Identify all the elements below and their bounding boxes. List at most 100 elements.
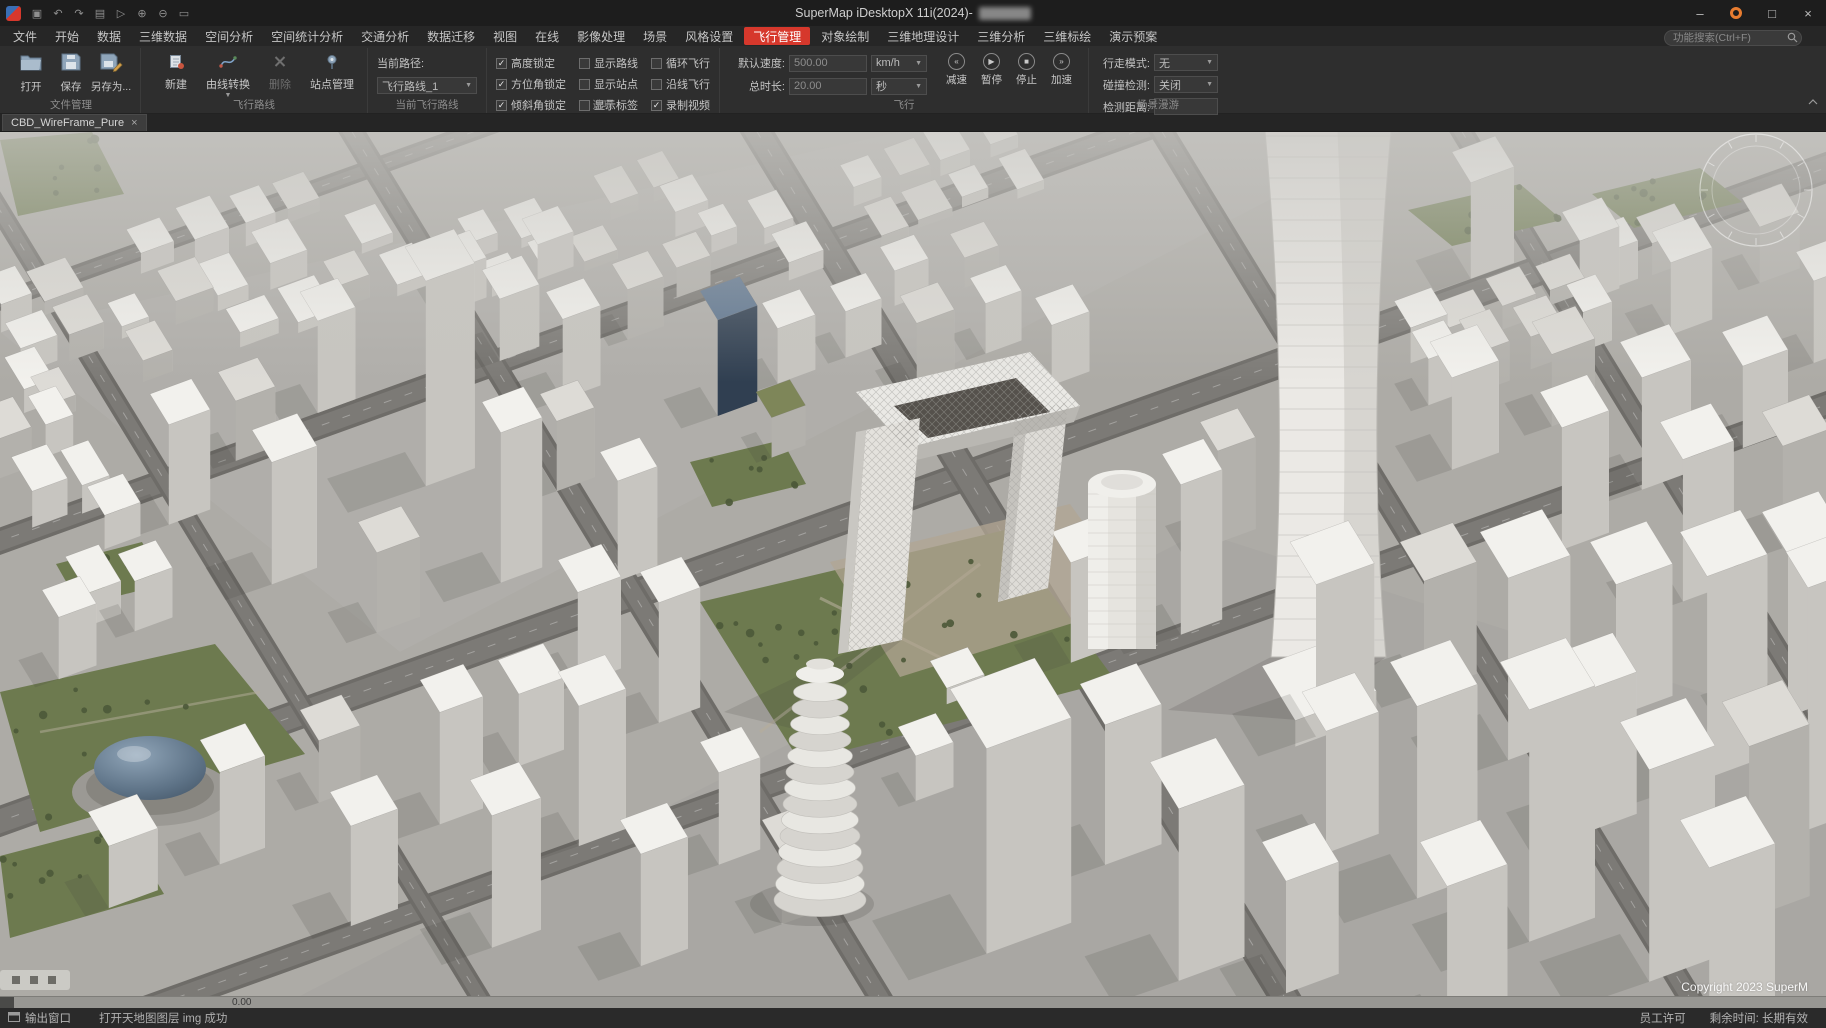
app-window: ▣↶↷▤▷⊕⊖▭ SuperMap iDesktopX 11i(2024)- –… bbox=[0, 0, 1826, 1028]
new-route-icon bbox=[167, 54, 185, 75]
group-label-file: 文件管理 bbox=[2, 97, 140, 112]
collision-value: 关闭 bbox=[1159, 77, 1181, 93]
folder-icon[interactable]: ▭ bbox=[174, 4, 194, 22]
group-label-options: 选项 bbox=[487, 97, 719, 112]
delete-route-icon bbox=[271, 54, 289, 75]
duration-unit-select[interactable]: 秒 ▼ bbox=[871, 78, 927, 95]
collapse-ribbon-button[interactable] bbox=[1808, 92, 1818, 110]
ribbon-group-scene-roam: 行走模式: 无 ▼ 碰撞检测: 关闭 ▼ 检测距离: bbox=[1089, 48, 1227, 113]
walk-mode-value: 无 bbox=[1159, 55, 1170, 71]
options-columns: ✓高度锁定✓方位角锁定✓倾斜角锁定显示路线显示站点显示标签循环飞行沿线飞行✓录制… bbox=[496, 50, 710, 98]
checkbox-along-line[interactable]: 沿线飞行 bbox=[651, 76, 710, 92]
save-button[interactable]: 保存 bbox=[51, 50, 91, 94]
chevron-down-icon: ▼ bbox=[915, 60, 922, 67]
zoom-out-icon[interactable]: ⊖ bbox=[153, 4, 173, 22]
tab-scene[interactable]: 场景 bbox=[634, 27, 676, 45]
open-icon[interactable]: ▤ bbox=[90, 4, 110, 22]
group-label-roam: 场景漫游 bbox=[1089, 97, 1227, 112]
stop-button[interactable]: ■停止 bbox=[1009, 50, 1044, 87]
flight-timeline-bar[interactable]: 0.00 bbox=[0, 996, 1826, 1008]
close-button[interactable]: × bbox=[1790, 0, 1826, 26]
ribbon: 打开保存另存为... 文件管理 新建由线转换▼删除站点管理 飞行路线 当前路径:… bbox=[0, 46, 1826, 114]
undo-icon[interactable]: ↶ bbox=[48, 4, 68, 22]
doc-tab-close-icon[interactable]: × bbox=[131, 117, 137, 129]
tab-plotting-3d[interactable]: 三维标绘 bbox=[1034, 27, 1100, 45]
pause-button[interactable]: ▶暂停 bbox=[974, 50, 1009, 87]
current-route-select[interactable]: 飞行路线_1 ▼ bbox=[377, 77, 477, 94]
total-duration-input[interactable] bbox=[789, 78, 867, 95]
quick-access-toolbar: ▣↶↷▤▷⊕⊖▭ bbox=[27, 4, 194, 22]
checkbox-show-stops[interactable]: 显示站点 bbox=[579, 76, 638, 92]
checkbox-box-icon bbox=[651, 79, 662, 90]
tab-data-3d[interactable]: 三维数据 bbox=[130, 27, 196, 45]
tab-traffic-analysis[interactable]: 交通分析 bbox=[352, 27, 418, 45]
group-label-current-route: 当前飞行路线 bbox=[368, 97, 486, 112]
checkbox-box-icon: ✓ bbox=[496, 79, 507, 90]
save-icon bbox=[59, 52, 83, 77]
tab-object-drawing[interactable]: 对象绘制 bbox=[812, 27, 878, 45]
timeline-handle[interactable] bbox=[0, 997, 14, 1008]
checkbox-height-lock[interactable]: ✓高度锁定 bbox=[496, 55, 566, 71]
tab-style-settings[interactable]: 风格设置 bbox=[676, 27, 742, 45]
line-convert-button[interactable]: 由线转换▼ bbox=[202, 50, 254, 99]
scene-3d-viewport[interactable]: Copyright 2023 SuperM bbox=[0, 132, 1826, 996]
window-title-wrap: SuperMap iDesktopX 11i(2024)- bbox=[0, 0, 1826, 26]
doc-tab-label: CBD_WireFrame_Pure bbox=[11, 117, 124, 129]
document-tab-bar: CBD_WireFrame_Pure × bbox=[0, 114, 1826, 132]
scene-3d-render bbox=[0, 132, 1826, 996]
menu-tabs: 文件开始数据三维数据空间分析空间统计分析交通分析数据迁移视图在线影像处理场景风格… bbox=[4, 26, 1166, 46]
tab-file[interactable]: 文件 bbox=[4, 27, 46, 45]
default-speed-label: 默认速度: bbox=[729, 55, 785, 71]
tab-data[interactable]: 数据 bbox=[88, 27, 130, 45]
stop-icon: ■ bbox=[1018, 53, 1035, 70]
ribbon-group-file-management: 打开保存另存为... 文件管理 bbox=[2, 48, 141, 113]
license-indicator-icon[interactable] bbox=[1718, 0, 1754, 26]
search-input[interactable] bbox=[1664, 30, 1802, 46]
default-speed-input[interactable] bbox=[789, 55, 867, 72]
line-convert-icon bbox=[219, 54, 237, 75]
tab-spatial-statistics[interactable]: 空间统计分析 bbox=[262, 27, 352, 45]
tab-data-migration[interactable]: 数据迁移 bbox=[418, 27, 484, 45]
save-icon[interactable]: ▣ bbox=[27, 4, 47, 22]
current-route-value: 飞行路线_1 bbox=[382, 78, 438, 94]
accelerate-button[interactable]: »加速 bbox=[1044, 50, 1079, 87]
ribbon-tab-bar: 文件开始数据三维数据空间分析空间统计分析交通分析数据迁移视图在线影像处理场景风格… bbox=[0, 26, 1826, 46]
tab-demo-plan[interactable]: 演示预案 bbox=[1100, 27, 1166, 45]
redacted-workspace-name bbox=[979, 7, 1031, 20]
new-route-button[interactable]: 新建 bbox=[150, 50, 202, 92]
tab-online[interactable]: 在线 bbox=[526, 27, 568, 45]
tab-flight-management[interactable]: 飞行管理 bbox=[744, 27, 810, 45]
tab-view[interactable]: 视图 bbox=[484, 27, 526, 45]
open-icon bbox=[19, 52, 43, 77]
delete-route-button[interactable]: 删除 bbox=[254, 50, 306, 92]
tab-imagery[interactable]: 影像处理 bbox=[568, 27, 634, 45]
zoom-in-icon[interactable]: ⊕ bbox=[132, 4, 152, 22]
checkbox-show-route[interactable]: 显示路线 bbox=[579, 55, 638, 71]
checkbox-loop-flight[interactable]: 循环飞行 bbox=[651, 55, 710, 71]
collision-label: 碰撞检测: bbox=[1098, 77, 1150, 93]
ribbon-group-current-route: 当前路径: 飞行路线_1 ▼ 当前飞行路线 bbox=[368, 48, 487, 113]
site-manager-button[interactable]: 站点管理 bbox=[306, 50, 358, 92]
tab-analysis-3d[interactable]: 三维分析 bbox=[968, 27, 1034, 45]
tab-geo-design-3d[interactable]: 三维地理设计 bbox=[878, 27, 968, 45]
speed-unit-select[interactable]: km/h ▼ bbox=[871, 55, 927, 72]
checkbox-azimuth-lock[interactable]: ✓方位角锁定 bbox=[496, 76, 566, 92]
output-window-button[interactable]: 输出窗口 bbox=[8, 1010, 71, 1026]
collision-select[interactable]: 关闭 ▼ bbox=[1154, 76, 1218, 93]
decelerate-button[interactable]: «减速 bbox=[939, 50, 974, 87]
redo-icon[interactable]: ↷ bbox=[69, 4, 89, 22]
run-icon[interactable]: ▷ bbox=[111, 4, 131, 22]
walk-mode-select[interactable]: 无 ▼ bbox=[1154, 54, 1218, 71]
checkbox-box-icon: ✓ bbox=[496, 58, 507, 69]
pause-icon: ▶ bbox=[983, 53, 1000, 70]
tab-start[interactable]: 开始 bbox=[46, 27, 88, 45]
save-as-button[interactable]: 另存为... bbox=[91, 50, 131, 94]
tab-spatial-analysis[interactable]: 空间分析 bbox=[196, 27, 262, 45]
copyright-watermark: Copyright 2023 SuperM bbox=[1681, 980, 1808, 994]
doc-tab-active[interactable]: CBD_WireFrame_Pure × bbox=[2, 114, 147, 131]
chevron-down-icon: ▼ bbox=[1206, 59, 1213, 66]
minimize-button[interactable]: – bbox=[1682, 0, 1718, 26]
timeline-value: 0.00 bbox=[232, 997, 251, 1009]
maximize-button[interactable]: □ bbox=[1754, 0, 1790, 26]
open-button[interactable]: 打开 bbox=[11, 50, 51, 94]
